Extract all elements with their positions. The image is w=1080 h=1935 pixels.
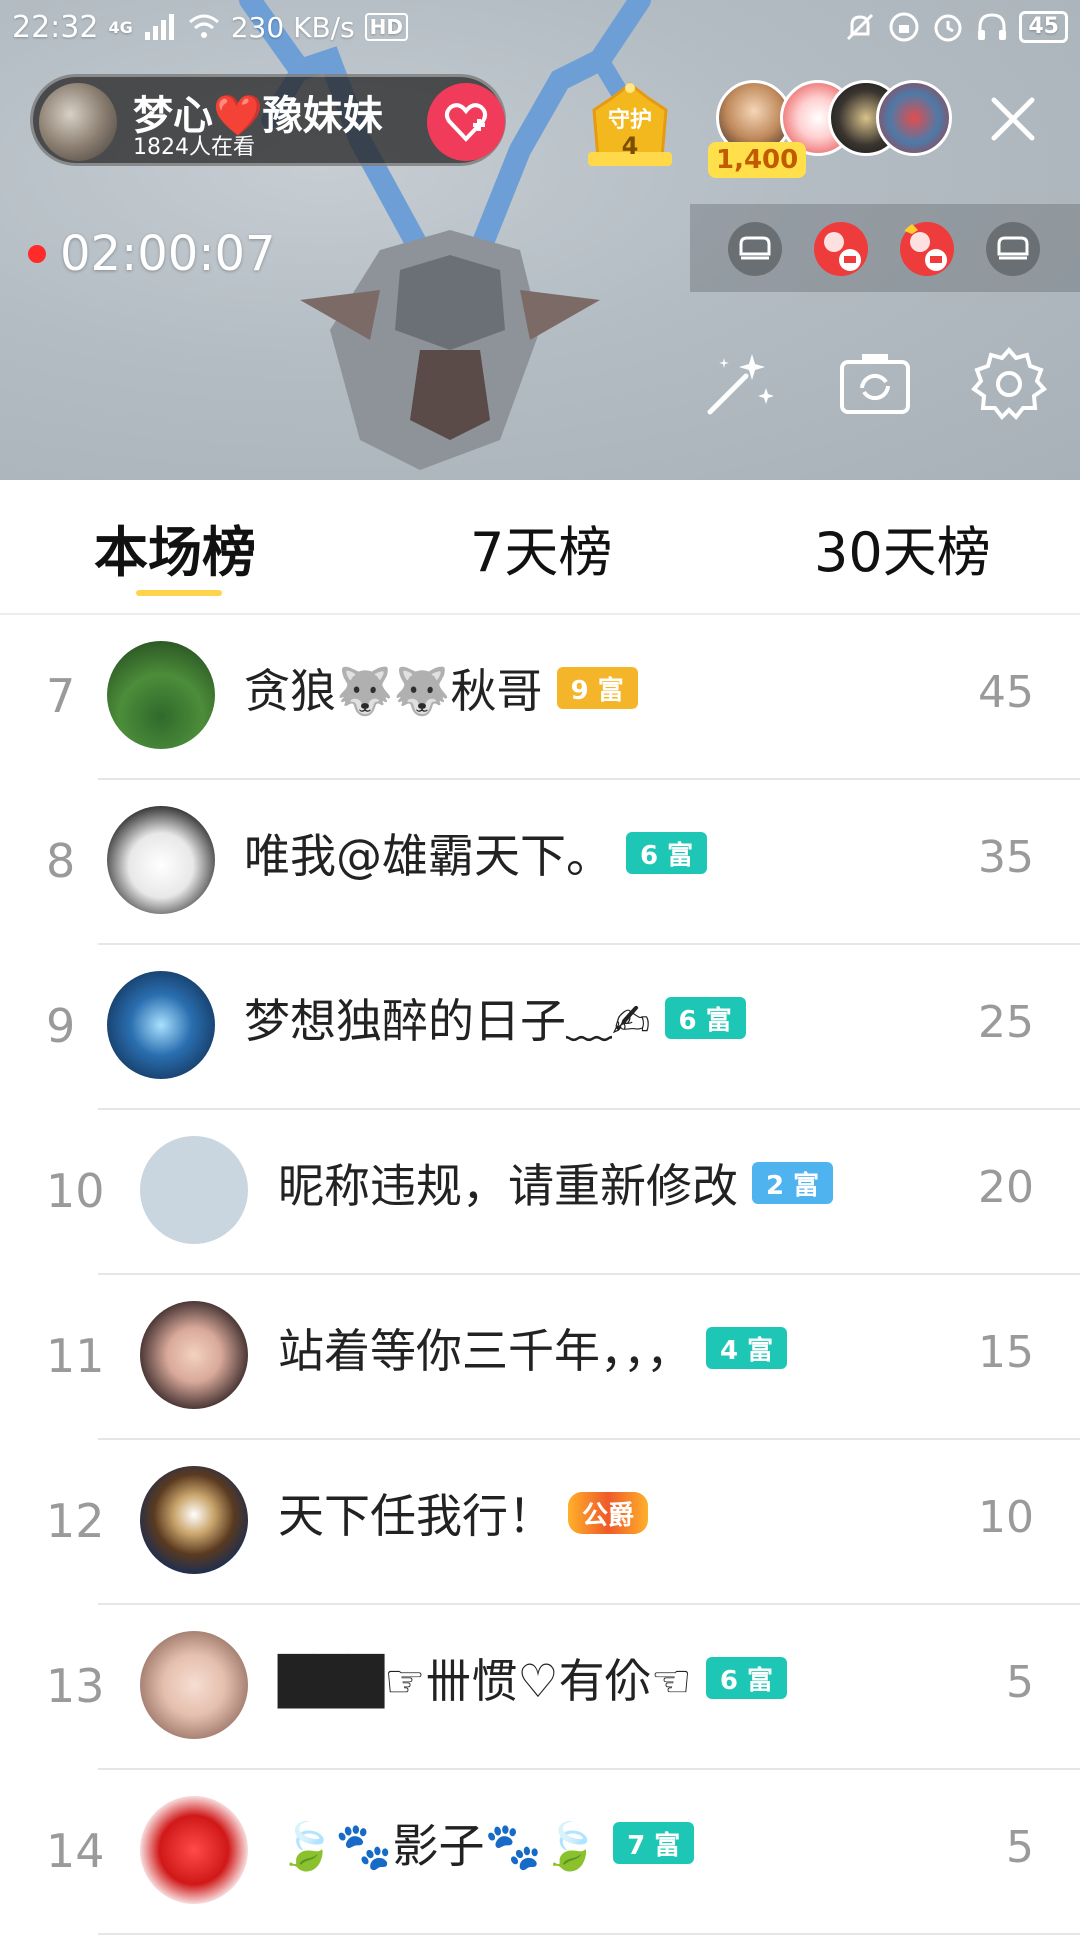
mute-bell-icon (847, 13, 874, 41)
hd-icon: HD (364, 13, 409, 41)
contribution-score: 35 (978, 832, 1034, 883)
ranking-row[interactable]: 10 昵称违规，请重新修改 2 富 20 (0, 1110, 1080, 1275)
viewer-count: 1824人在看 (133, 135, 255, 157)
live-stream-preview: 22:32 4G 230 KB/s HD 45 梦心❤️豫妹妹 1824人在看 … (0, 0, 1080, 480)
user-nickname: 唯我@雄霸天下。 (244, 829, 612, 883)
recording-dot (28, 245, 46, 263)
user-avatar[interactable] (140, 1631, 248, 1739)
network-type: 4G (108, 17, 133, 37)
tab-30-days[interactable]: 30天榜 (814, 508, 991, 587)
empty-seat-icon[interactable] (984, 220, 1042, 278)
alarm-icon (934, 14, 962, 42)
ranking-row[interactable]: 12 天下任我行！ 公爵 10 (0, 1440, 1080, 1605)
user-nickname: 梦想独醉的日子﹏✍ (244, 994, 651, 1048)
occupied-seat-crown-icon[interactable] (898, 220, 956, 278)
headphones-icon (978, 13, 1007, 40)
badge-label: 公爵 (582, 1500, 635, 1531)
close-icon[interactable] (984, 90, 1042, 148)
empty-seat-icon[interactable] (726, 220, 784, 278)
user-nickname: 🍃🐾影子🐾🍃 (278, 1819, 600, 1873)
user-avatar[interactable] (140, 1301, 248, 1409)
contribution-score: 5 (1006, 1822, 1034, 1873)
follow-button[interactable] (427, 83, 505, 161)
ranking-tabs: 本场榜 7天榜 30天榜 (0, 480, 1080, 615)
switch-camera-icon[interactable] (836, 344, 914, 422)
guard-label: 守护 (607, 108, 652, 133)
audience-count-badge: 1,400 (708, 142, 807, 178)
user-nickname: 站着等你三千年，，， (278, 1324, 692, 1378)
settings-gear-icon[interactable] (970, 344, 1048, 422)
tab-7-days[interactable]: 7天榜 (470, 508, 612, 587)
ranking-row[interactable]: 8 唯我@雄霸天下。 6 富 35 (0, 780, 1080, 945)
user-avatar[interactable] (107, 641, 215, 749)
rank-number: 13 (46, 1659, 105, 1713)
occupied-seat-icon[interactable] (812, 220, 870, 278)
badge-label: 2 富 (766, 1170, 820, 1201)
network-speed: 230 KB/s (230, 10, 355, 44)
user-nickname: 贪狼🐺🐺秋哥 (244, 664, 543, 718)
tab-this-session[interactable]: 本场榜 (94, 508, 256, 587)
wealth-badge: 6 富 (705, 1657, 787, 1699)
user-avatar[interactable] (107, 971, 215, 1079)
wealth-badge: 4 富 (706, 1327, 788, 1369)
anchor-avatar[interactable] (39, 83, 117, 161)
seat-bar (690, 204, 1080, 292)
user-nickname: ███☞卌惯♡有伱☜ (278, 1654, 692, 1708)
status-bar: 22:32 4G 230 KB/s HD 45 (0, 0, 1080, 54)
anchor-info[interactable]: 梦心❤️豫妹妹 1824人在看 (30, 74, 506, 166)
battery-indicator: 45 (1019, 11, 1068, 43)
active-tab-indicator (136, 590, 222, 596)
contribution-score: 20 (978, 1162, 1034, 1213)
guard-crown-button[interactable]: 守护 4 (584, 80, 676, 170)
user-avatar[interactable] (107, 806, 215, 914)
user-nickname: 昵称违规，请重新修改 (278, 1159, 738, 1213)
contribution-score: 5 (1006, 1657, 1034, 1708)
wealth-badge: 7 富 (613, 1822, 695, 1864)
user-nickname: 天下任我行！ (278, 1489, 554, 1543)
rank-number: 10 (46, 1164, 105, 1218)
badge-label: 6 富 (678, 1005, 732, 1036)
duration-text: 02:00:07 (60, 226, 276, 282)
ranking-row[interactable]: 14 🍃🐾影子🐾🍃 7 富 5 (0, 1770, 1080, 1935)
user-avatar[interactable] (140, 1136, 248, 1244)
guard-count: 4 (621, 132, 639, 160)
user-avatar[interactable] (140, 1796, 248, 1904)
wealth-badge: 6 富 (664, 997, 746, 1039)
wealth-badge: 9 富 (556, 667, 638, 709)
rotation-lock-icon (889, 12, 919, 42)
rank-number: 11 (46, 1329, 105, 1383)
audience-avatar[interactable] (876, 80, 952, 156)
wealth-badge: 2 富 (752, 1162, 834, 1204)
badge-label: 9 富 (570, 675, 624, 706)
user-avatar[interactable] (140, 1466, 248, 1574)
rank-number: 14 (46, 1824, 105, 1878)
ranking-row[interactable]: 11 站着等你三千年，，， 4 富 15 (0, 1275, 1080, 1440)
contribution-score: 45 (978, 667, 1034, 718)
signal-icon (144, 14, 174, 40)
audience-avatars[interactable]: 1,400 (708, 80, 952, 178)
ranking-row[interactable]: 7 贪狼🐺🐺秋哥 9 富 45 (0, 615, 1080, 780)
badge-label: 6 富 (640, 840, 694, 871)
ranking-list: 7 贪狼🐺🐺秋哥 9 富 45 8 唯我@雄霸天下。 6 富 35 9 梦想独醉… (0, 615, 1080, 1935)
ranking-row[interactable]: 13 ███☞卌惯♡有伱☜ 6 富 5 (0, 1605, 1080, 1770)
contribution-score: 25 (978, 997, 1034, 1048)
ranking-row[interactable]: 9 梦想独醉的日子﹏✍ 6 富 25 (0, 945, 1080, 1110)
wealth-badge: 6 富 (626, 832, 708, 874)
contribution-score: 10 (978, 1492, 1034, 1543)
badge-label: 4 富 (720, 1335, 774, 1366)
live-duration: 02:00:07 (28, 226, 276, 282)
clock: 22:32 (12, 9, 99, 45)
wifi-icon (188, 14, 219, 38)
badge-label: 6 富 (719, 1665, 773, 1696)
contribution-score: 15 (978, 1327, 1034, 1378)
noble-badge: 公爵 (568, 1492, 649, 1534)
heart-plus-icon (444, 103, 488, 142)
beauty-wand-icon[interactable] (700, 344, 778, 422)
rank-number: 12 (46, 1494, 105, 1548)
badge-label: 7 富 (627, 1830, 681, 1861)
